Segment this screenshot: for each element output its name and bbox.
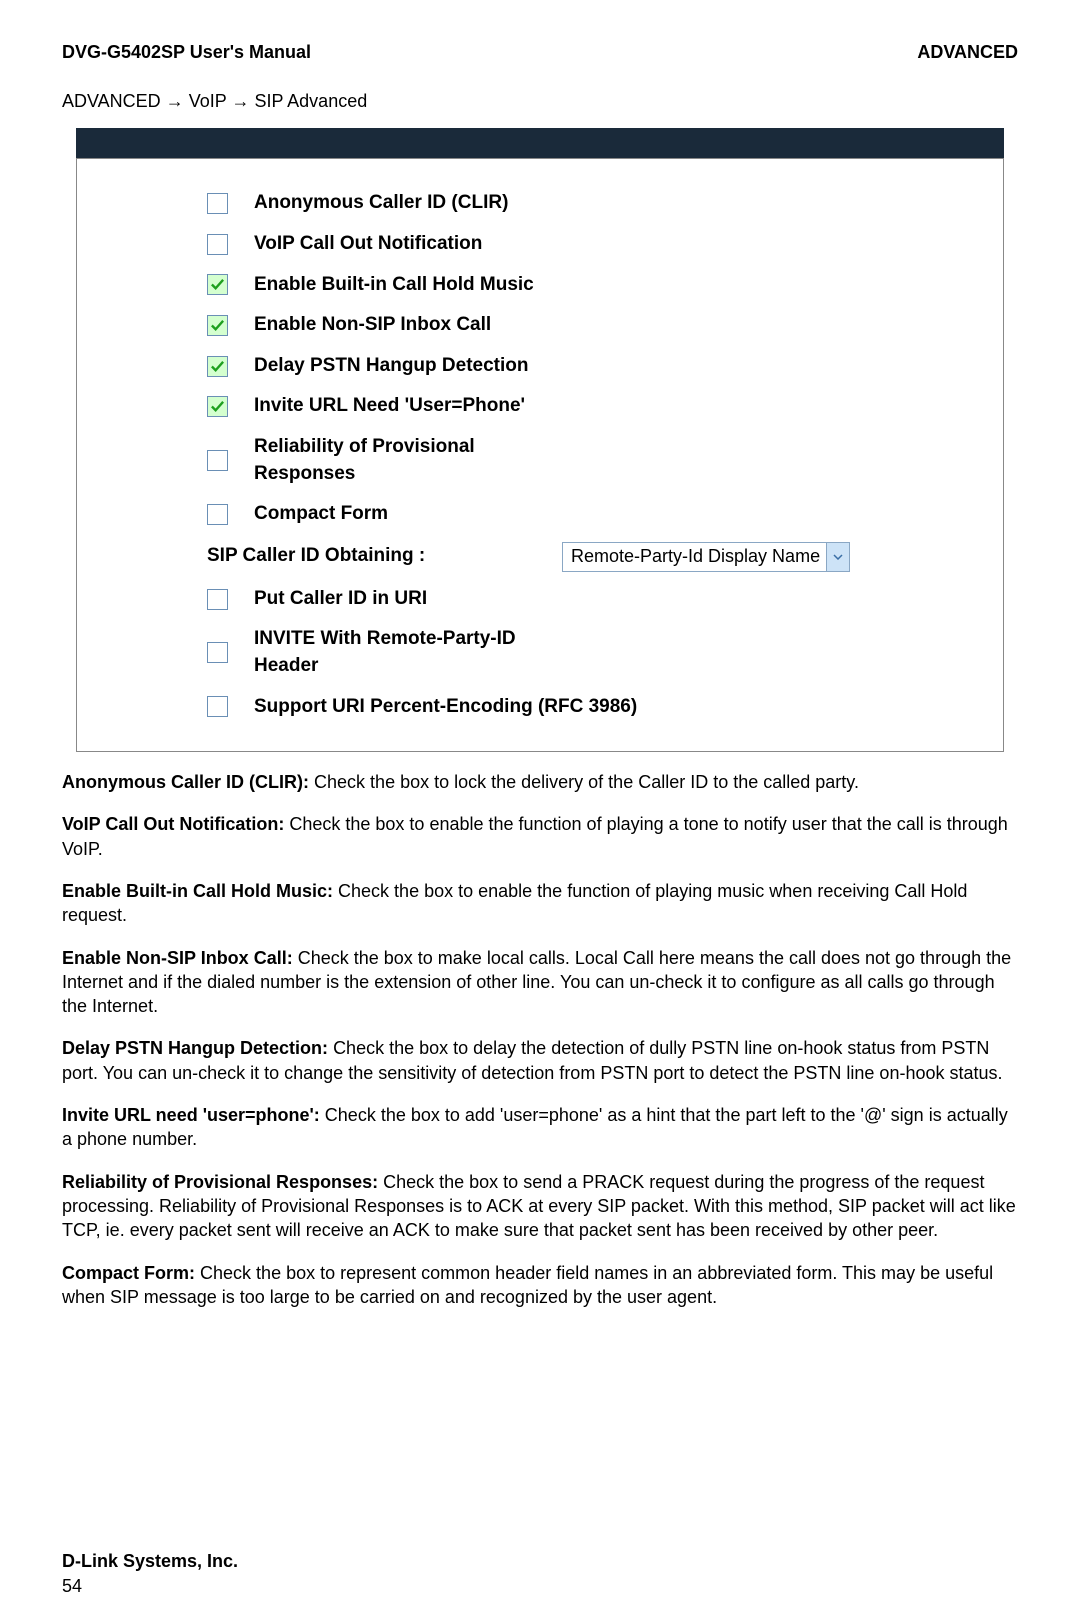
anonymous-caller-label: Anonymous Caller ID (CLIR)	[254, 190, 508, 217]
para-invite-url: Invite URL need 'user=phone': Check the …	[62, 1103, 1018, 1152]
delay-pstn-label: Delay PSTN Hangup Detection	[254, 353, 529, 380]
non-sip-inbox-label: Enable Non-SIP Inbox Call	[254, 312, 491, 339]
para-hold-music: Enable Built-in Call Hold Music: Check t…	[62, 879, 1018, 928]
settings-panel: Anonymous Caller ID (CLIR) VoIP Call Out…	[76, 158, 1004, 752]
voip-callout-label: VoIP Call Out Notification	[254, 231, 482, 258]
section-name: ADVANCED	[917, 40, 1018, 65]
invite-url-checkbox[interactable]	[207, 396, 228, 417]
breadcrumb: ADVANCED → VoIP → SIP Advanced	[62, 89, 1018, 114]
para-delay-pstn: Delay PSTN Hangup Detection: Check the b…	[62, 1036, 1018, 1085]
support-uri-percent-checkbox[interactable]	[207, 696, 228, 717]
sip-caller-id-label: SIP Caller ID Obtaining :	[207, 543, 425, 570]
non-sip-inbox-checkbox[interactable]	[207, 315, 228, 336]
sip-caller-id-select[interactable]: Remote-Party-Id Display Name	[562, 542, 850, 572]
para-voip-callout: VoIP Call Out Notification: Check the bo…	[62, 812, 1018, 861]
compact-form-label: Compact Form	[254, 501, 388, 528]
anonymous-caller-checkbox[interactable]	[207, 193, 228, 214]
voip-callout-checkbox[interactable]	[207, 234, 228, 255]
invite-url-label: Invite URL Need 'User=Phone'	[254, 393, 525, 420]
reliability-checkbox[interactable]	[207, 450, 228, 471]
put-caller-uri-label: Put Caller ID in URI	[254, 586, 427, 613]
builtin-hold-music-checkbox[interactable]	[207, 274, 228, 295]
invite-remote-party-checkbox[interactable]	[207, 642, 228, 663]
invite-remote-party-label: INVITE With Remote-Party-ID Header	[254, 626, 562, 679]
para-compact: Compact Form: Check the box to represent…	[62, 1261, 1018, 1310]
para-reliability: Reliability of Provisional Responses: Ch…	[62, 1170, 1018, 1243]
panel-titlebar	[76, 128, 1004, 158]
page-footer: D-Link Systems, Inc.54	[62, 1549, 1018, 1599]
reliability-label: Reliability of Provisional Responses	[254, 434, 562, 487]
para-anonymous: Anonymous Caller ID (CLIR): Check the bo…	[62, 770, 1018, 794]
support-uri-percent-label: Support URI Percent-Encoding (RFC 3986)	[254, 694, 637, 721]
chevron-down-icon	[826, 543, 849, 571]
compact-form-checkbox[interactable]	[207, 504, 228, 525]
put-caller-uri-checkbox[interactable]	[207, 589, 228, 610]
builtin-hold-music-label: Enable Built-in Call Hold Music	[254, 272, 534, 299]
manual-title: DVG-G5402SP User's Manual	[62, 40, 311, 65]
delay-pstn-checkbox[interactable]	[207, 356, 228, 377]
para-non-sip: Enable Non-SIP Inbox Call: Check the box…	[62, 946, 1018, 1019]
